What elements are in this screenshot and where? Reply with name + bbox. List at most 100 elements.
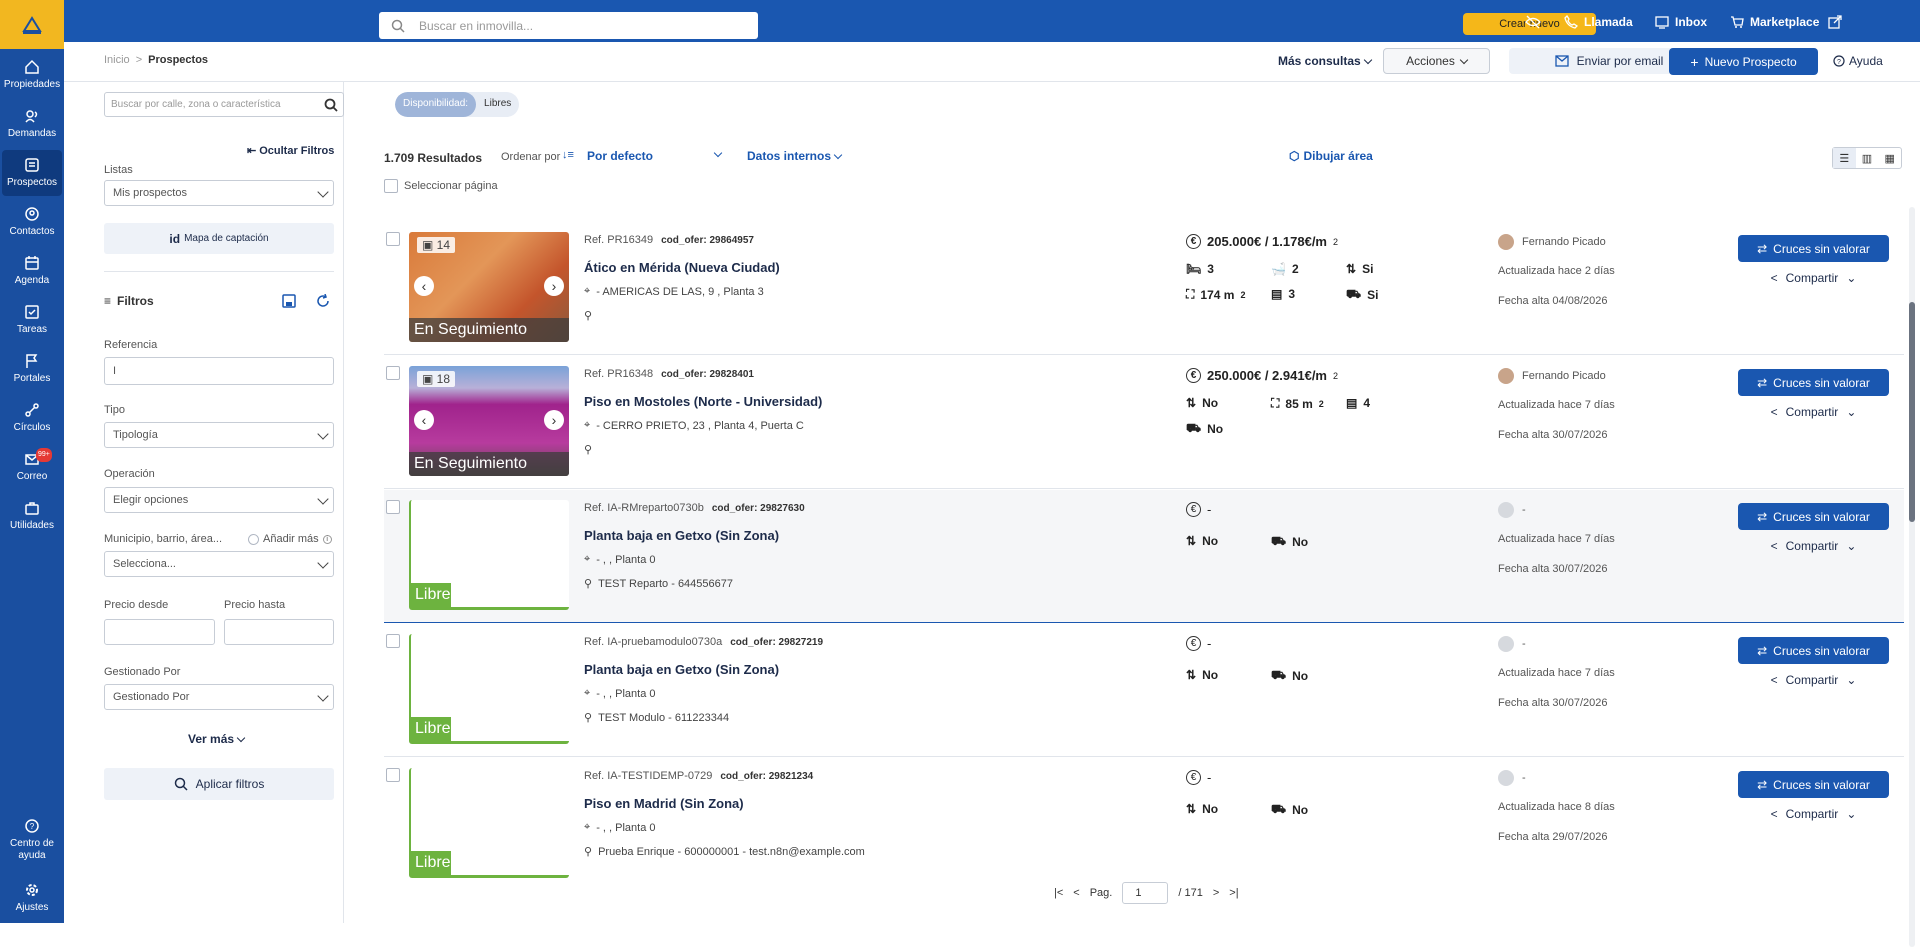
feature-value: 3 — [1288, 287, 1296, 301]
anadir-mas-toggle[interactable]: Añadir más i — [248, 533, 332, 545]
photo-next-button[interactable]: › — [544, 276, 564, 296]
compartir-button[interactable]: < Compartir ⌄ — [1738, 800, 1889, 827]
settings[interactable]: Ajustes — [0, 875, 64, 921]
dibujar-area-button[interactable]: ⬡ Dibujar área — [1289, 149, 1373, 163]
street-search-input[interactable]: Buscar por calle, zona o característica — [104, 92, 344, 117]
search-icon[interactable] — [324, 98, 338, 112]
feature-floor: ▤ 3 — [1271, 287, 1295, 301]
list-view-icon[interactable]: ☰ — [1833, 148, 1856, 168]
next-page-button[interactable]: > — [1213, 887, 1219, 899]
refresh-icon[interactable] — [316, 294, 330, 308]
updated-text: Actualizada hace 2 días — [1498, 265, 1615, 277]
property-photo-empty[interactable]: Libre — [409, 768, 569, 878]
property-title[interactable]: Ático en Mérida (Nueva Ciudad) — [584, 260, 780, 275]
listas-select[interactable]: Mis prospectos — [104, 180, 334, 206]
help-icon: ? — [25, 819, 39, 833]
sidebar-item-utilidades[interactable]: Utilidades — [0, 493, 64, 539]
photo-next-button[interactable]: › — [544, 410, 564, 430]
compartir-button[interactable]: < Compartir ⌄ — [1738, 532, 1889, 559]
status-badge: En Seguimiento — [409, 318, 569, 342]
compartir-button[interactable]: < Compartir ⌄ — [1738, 264, 1889, 291]
scrollbar-track[interactable] — [1909, 207, 1915, 947]
photo-prev-button[interactable]: ‹ — [414, 410, 434, 430]
compartir-button[interactable]: < Compartir ⌄ — [1738, 666, 1889, 693]
breadcrumb-home[interactable]: Inicio — [104, 54, 130, 66]
sidebar-item-tareas[interactable]: Tareas — [0, 297, 64, 343]
property-row[interactable]: ▣ 14 ‹ › En Seguimiento Ref. PR16349 cod_… — [384, 222, 1904, 355]
property-title[interactable]: Planta baja en Getxo (Sin Zona) — [584, 662, 779, 677]
aplicar-filtros-button[interactable]: Aplicar filtros — [104, 768, 334, 800]
precio-hasta-input[interactable] — [224, 619, 334, 645]
property-photo-empty[interactable]: Libre — [409, 500, 569, 610]
property-photo[interactable]: ▣ 14 ‹ › En Seguimiento — [409, 232, 569, 342]
datos-internos-dropdown[interactable]: Datos internos — [747, 149, 843, 163]
external-link-button[interactable] — [1828, 15, 1842, 29]
save-icon[interactable] — [282, 294, 296, 308]
row-checkbox[interactable] — [386, 768, 400, 782]
address-text: - AMERICAS DE LAS, 9 , Planta 3 — [596, 285, 764, 298]
sidebar-item-prospectos[interactable]: Prospectos — [2, 150, 62, 196]
grid-view-icon[interactable]: ▦ — [1878, 148, 1901, 168]
operacion-select[interactable]: Elegir opciones — [104, 487, 334, 513]
page-input[interactable]: 1 — [1122, 882, 1169, 904]
gestionado-select[interactable]: Gestionado Por — [104, 684, 334, 710]
mapa-captacion-button[interactable]: id Mapa de captación — [104, 223, 334, 254]
eye-toggle[interactable] — [1525, 15, 1541, 29]
sidebar-item-portales[interactable]: Portales — [0, 346, 64, 392]
cruces-button[interactable]: ⇄ Cruces sin valorar — [1738, 637, 1889, 664]
marketplace-button[interactable]: Marketplace — [1730, 15, 1819, 29]
sidebar-item-contactos[interactable]: Contactos — [0, 199, 64, 245]
sidebar-item-correo[interactable]: Correo 99+ — [0, 444, 64, 490]
row-checkbox[interactable] — [386, 634, 400, 648]
cruces-button[interactable]: ⇄ Cruces sin valorar — [1738, 369, 1889, 396]
map-view-icon[interactable]: ▥ — [1856, 148, 1879, 168]
municipio-select[interactable]: Selecciona... — [104, 551, 334, 577]
ver-mas-link[interactable]: Ver más — [188, 732, 246, 746]
select-page-checkbox[interactable]: Seleccionar página — [384, 179, 498, 193]
inbox-button[interactable]: Inbox — [1655, 15, 1707, 29]
mas-consultas-dropdown[interactable]: Más consultas — [1278, 54, 1372, 68]
sidebar-item-agenda[interactable]: Agenda — [0, 248, 64, 294]
help-center[interactable]: ? Centro de ayuda — [0, 815, 64, 865]
property-row[interactable]: ▣ 18 ‹ › En Seguimiento Ref. PR16348 cod_… — [384, 356, 1904, 489]
property-title[interactable]: Piso en Madrid (Sin Zona) — [584, 796, 744, 811]
cruces-button[interactable]: ⇄ Cruces sin valorar — [1738, 771, 1889, 798]
property-photo-empty[interactable]: Libre — [409, 634, 569, 744]
agent: Fernando Picado — [1498, 368, 1606, 384]
tipo-select[interactable]: Tipología — [104, 422, 334, 448]
photo-prev-button[interactable]: ‹ — [414, 276, 434, 296]
sidebar-item-propiedades[interactable]: Propiedades — [0, 52, 64, 98]
agent: Fernando Picado — [1498, 234, 1606, 250]
property-photo[interactable]: ▣ 18 ‹ › En Seguimiento — [409, 366, 569, 476]
search-icon — [174, 777, 188, 791]
property-title[interactable]: Piso en Mostoles (Norte - Universidad) — [584, 394, 822, 409]
row-checkbox[interactable] — [386, 366, 400, 380]
precio-desde-input[interactable] — [104, 619, 215, 645]
owner: ⚲ Prueba Enrique - 600000001 - test.n8n@e… — [584, 845, 865, 859]
sidebar-item-demandas[interactable]: Demandas — [0, 101, 64, 147]
sidebar-item-circulos[interactable]: Círculos — [0, 395, 64, 441]
ordenar-select[interactable]: Por defecto — [587, 148, 727, 163]
referencia-input[interactable]: I — [104, 357, 334, 385]
compartir-button[interactable]: < Compartir ⌄ — [1738, 398, 1889, 425]
first-page-button[interactable]: |< — [1054, 887, 1063, 899]
property-title[interactable]: Planta baja en Getxo (Sin Zona) — [584, 528, 779, 543]
property-row[interactable]: Libre Ref. IA-pruebamodulo0730a cod_ofer:… — [384, 624, 1904, 757]
global-search-input[interactable]: Buscar en inmovilla... — [379, 12, 758, 39]
cruces-button[interactable]: ⇄ Cruces sin valorar — [1738, 235, 1889, 262]
row-checkbox[interactable] — [386, 500, 400, 514]
last-page-button[interactable]: >| — [1229, 887, 1238, 899]
row-checkbox[interactable] — [386, 232, 400, 246]
acciones-button[interactable]: Acciones — [1383, 48, 1490, 74]
app-logo[interactable] — [0, 0, 64, 49]
prev-page-button[interactable]: < — [1073, 887, 1079, 899]
ocultar-filtros-link[interactable]: ⇤ Ocultar Filtros — [247, 144, 334, 158]
price: €205.000€ / 1.178€/m 2 — [1186, 234, 1338, 249]
cruces-button[interactable]: ⇄ Cruces sin valorar — [1738, 503, 1889, 530]
ayuda-link[interactable]: ? Ayuda — [1833, 54, 1883, 68]
llamada-button[interactable]: Llamada — [1564, 15, 1633, 29]
nuevo-prospecto-button[interactable]: + Nuevo Prospecto — [1669, 48, 1818, 75]
property-row[interactable]: Libre Ref. IA-RMreparto0730b cod_ofer: 29… — [384, 490, 1904, 623]
property-row[interactable]: Libre Ref. IA-TESTIDEMP-0729 cod_ofer: 29… — [384, 758, 1904, 891]
scrollbar-thumb[interactable] — [1909, 302, 1915, 522]
